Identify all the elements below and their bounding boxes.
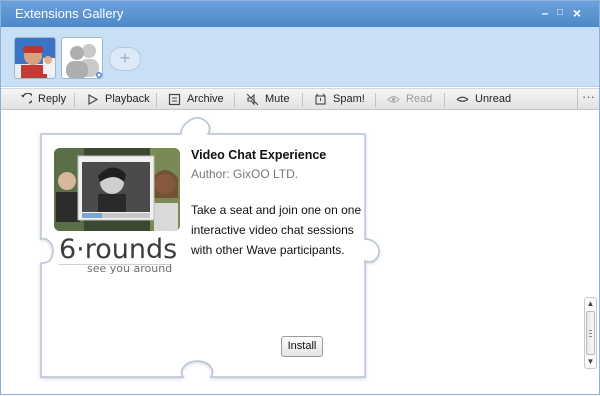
extension-screenshot [54, 148, 180, 231]
extension-author: Author: GixOO LTD. [191, 167, 299, 181]
six-rounds-logo: 6·rounds [59, 234, 178, 265]
scroll-up-arrow-icon[interactable]: ▲ [585, 299, 596, 309]
scrollbar-thumb[interactable] [586, 311, 595, 355]
install-button[interactable]: Install [281, 336, 323, 357]
video-chat-screenshot-image [54, 148, 180, 231]
thumb-grip [589, 336, 592, 337]
thumb-grip [589, 333, 592, 334]
thumb-grip [589, 330, 592, 331]
extension-description: Take a seat and join one on one interact… [191, 203, 362, 257]
vertical-scrollbar[interactable]: ▲ ▼ [584, 297, 597, 369]
scroll-down-arrow-icon[interactable]: ▼ [585, 357, 596, 367]
logo-tagline: see you around [87, 262, 173, 275]
extensions-gallery-window: Extensions Gallery – □ × + Reply Playbac… [0, 0, 600, 395]
extension-title: Video Chat Experience [191, 148, 327, 162]
